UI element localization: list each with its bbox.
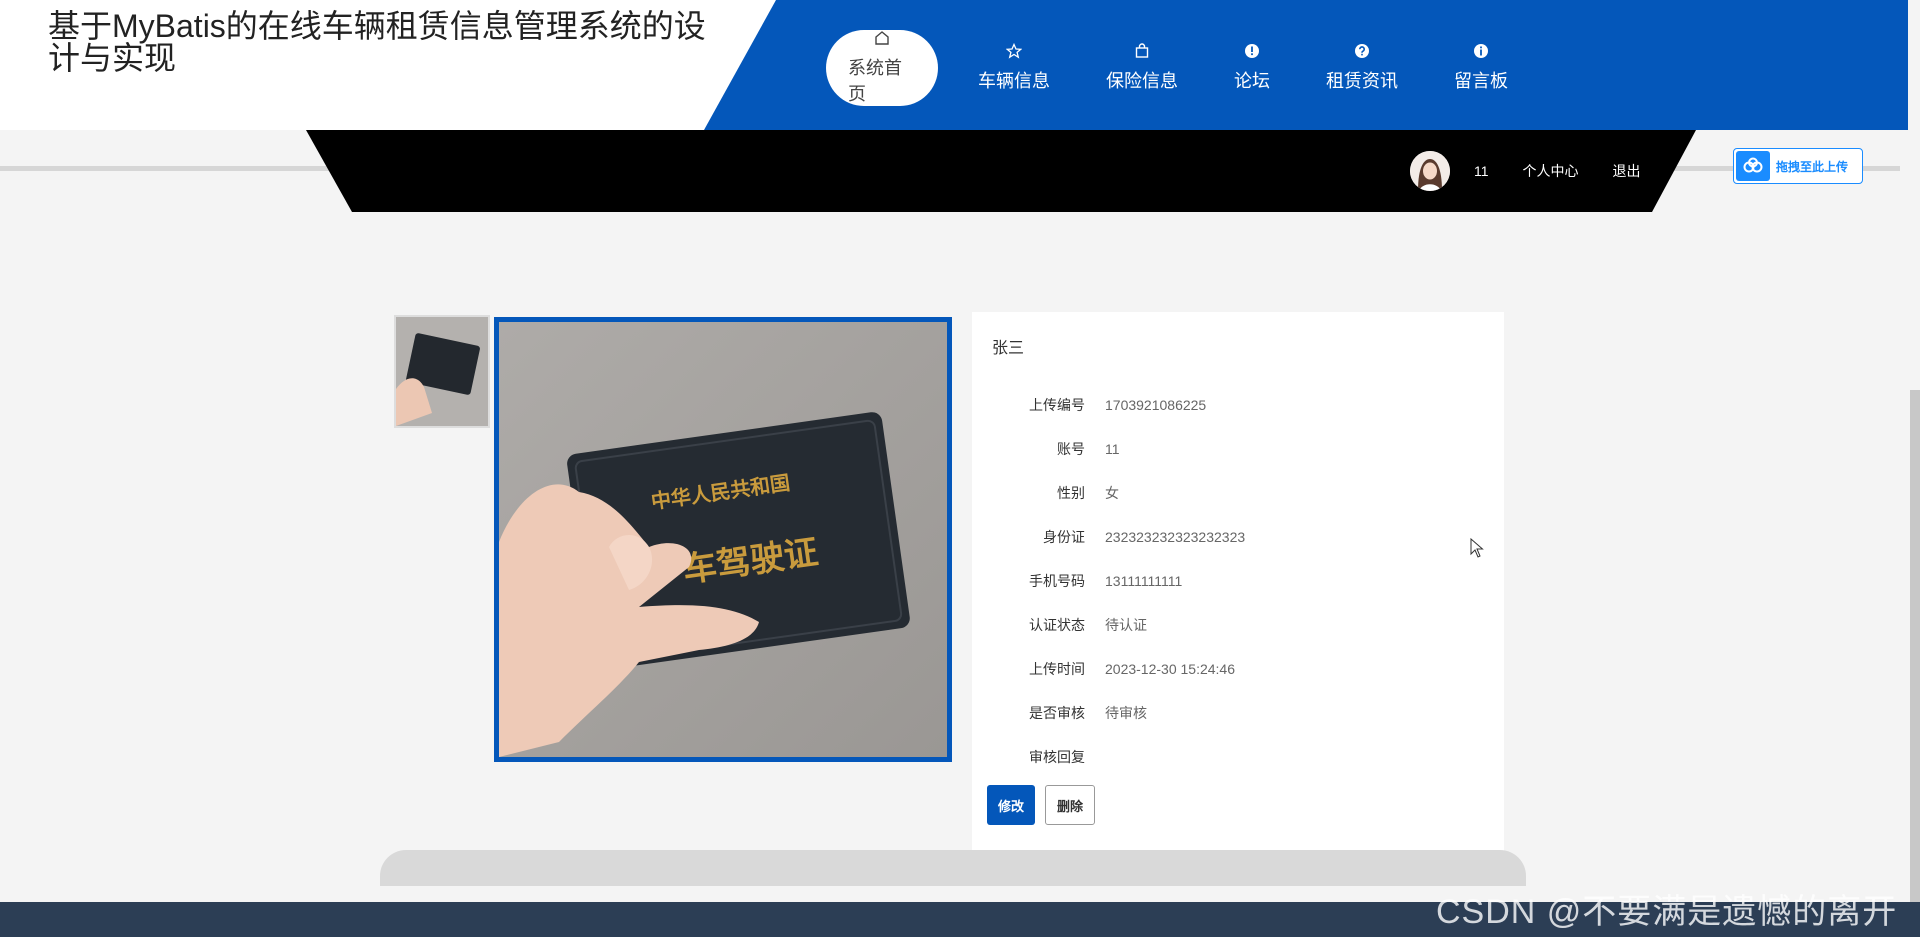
license-photo: 中华人民共和国 车驾驶证	[494, 317, 952, 762]
cloud-upload-icon	[1736, 151, 1770, 181]
nav-item-message-board[interactable]: 留言板	[1432, 30, 1530, 106]
nav-label: 系统首页	[848, 58, 902, 104]
nav-label: 租赁资讯	[1326, 71, 1398, 91]
field-upload-time: 上传时间 2023-12-30 15:24:46	[972, 659, 1235, 679]
field-value: 待审核	[1105, 705, 1147, 721]
nav-label: 车辆信息	[978, 71, 1050, 91]
field-review-status: 是否审核 待审核	[972, 703, 1147, 723]
field-label: 认证状态	[1029, 617, 1085, 633]
field-label: 账号	[1057, 441, 1085, 457]
nav-item-rental-news[interactable]: 租赁资讯	[1304, 30, 1420, 106]
nav-label: 留言板	[1454, 71, 1508, 91]
field-account: 账号 11	[972, 439, 1120, 459]
nav-item-home[interactable]: 系统首页	[826, 30, 938, 106]
page-scrollbar[interactable]	[1910, 390, 1920, 902]
avatar[interactable]	[1410, 151, 1450, 191]
watermark: CSDN @不要满是遗憾的离开	[1436, 893, 1898, 931]
nav-item-vehicles[interactable]: 车辆信息	[956, 30, 1072, 106]
mouse-cursor-icon	[1470, 537, 1484, 563]
question-icon	[1354, 43, 1370, 59]
field-review-reply: 审核回复	[972, 747, 1105, 767]
star-icon	[1006, 43, 1022, 59]
delete-button[interactable]: 删除	[1045, 785, 1095, 825]
field-id-card: 身份证 232323232323232323	[972, 527, 1245, 547]
top-header: 基于MyBatis的在线车辆租赁信息管理系统的设计与实现 系统首页 车辆信息 保…	[0, 0, 1908, 130]
home-icon	[874, 30, 890, 46]
record-name: 张三	[992, 340, 1025, 357]
nav-label: 保险信息	[1106, 71, 1178, 91]
field-value: 232323232323232323	[1105, 529, 1246, 545]
thumbnail-image[interactable]	[394, 315, 490, 428]
site-title: 基于MyBatis的在线车辆租赁信息管理系统的设计与实现	[48, 8, 706, 76]
field-label: 上传编号	[1029, 397, 1085, 413]
content-footer-shade	[380, 850, 1526, 886]
field-value: 待认证	[1105, 617, 1147, 633]
detail-card: 张三 上传编号 1703921086225 账号 11 性别 女 身份证 232…	[972, 312, 1504, 852]
field-gender: 性别 女	[972, 483, 1119, 503]
username: 11	[1474, 163, 1489, 179]
field-upload-no: 上传编号 1703921086225	[972, 395, 1206, 415]
field-value: 13111111111	[1105, 573, 1183, 589]
personal-center-link[interactable]: 个人中心	[1523, 161, 1579, 181]
nav-label: 论坛	[1234, 71, 1270, 91]
nav-item-forum[interactable]: 论坛	[1212, 30, 1292, 106]
field-label: 审核回复	[1029, 749, 1085, 765]
nav-item-insurance[interactable]: 保险信息	[1084, 30, 1200, 106]
field-value: 1703921086225	[1105, 397, 1207, 413]
field-value: 2023-12-30 15:24:46	[1105, 661, 1235, 677]
main-nav: 系统首页 车辆信息 保险信息 论坛 租赁资讯 留言板	[826, 30, 1542, 106]
field-value: 女	[1105, 485, 1119, 501]
field-phone: 手机号码 13111111111	[972, 571, 1182, 591]
user-info: 11 个人中心 退出	[1410, 150, 1675, 192]
field-label: 手机号码	[1029, 573, 1085, 589]
bag-icon	[1134, 43, 1150, 59]
logout-link[interactable]: 退出	[1613, 161, 1641, 181]
drag-upload-widget[interactable]: 拖拽至此上传	[1733, 148, 1863, 184]
edit-button[interactable]: 修改	[987, 785, 1035, 825]
field-label: 身份证	[1043, 529, 1085, 545]
field-auth-status: 认证状态 待认证	[972, 615, 1147, 635]
field-label: 上传时间	[1029, 661, 1085, 677]
field-value: 11	[1105, 441, 1120, 457]
upload-label: 拖拽至此上传	[1776, 159, 1849, 174]
info-icon	[1473, 43, 1489, 59]
field-label: 是否审核	[1029, 705, 1085, 721]
field-label: 性别	[1057, 485, 1085, 501]
alert-icon	[1244, 43, 1260, 59]
